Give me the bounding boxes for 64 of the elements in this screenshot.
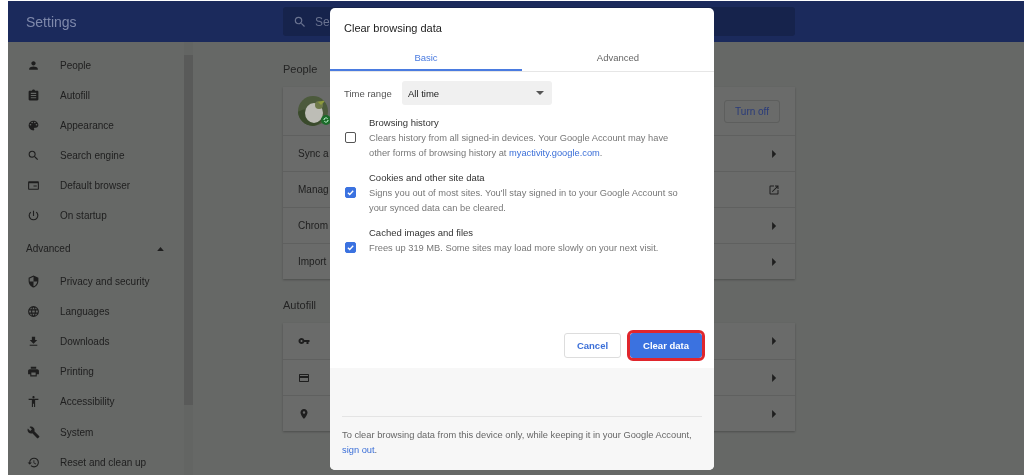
checkbox[interactable] [345,132,356,143]
sidebar-item[interactable]: Accessibility [8,386,184,418]
section-heading: Autofill [283,299,318,311]
arrow-right-icon[interactable] [772,149,777,158]
shield-icon [27,275,40,289]
clipboard-icon [27,88,40,102]
settings-row-label[interactable]: Chrom [298,220,328,231]
option-title: Browsing history [369,117,440,128]
printer-icon [27,365,40,379]
advanced-section-toggle[interactable]: Advanced [8,230,184,267]
sidebar-item[interactable]: System [8,417,184,448]
credit-card-icon [298,371,310,384]
time-range-dropdown[interactable]: All time [402,81,552,105]
power-icon [27,209,40,222]
key-icon [298,335,310,347]
sidebar-item[interactable]: Search engine [8,140,184,171]
option-description: Clears history from all signed-in devices. Your Google Account may have other forms of browsing history at myactivity.google.com. [369,132,670,160]
arrow-right-icon[interactable] [772,409,777,418]
history-icon [27,455,40,469]
sidebar-item[interactable]: Printing [8,356,184,387]
footer-note: To clear browsing data from this device only, while keeping it in your Google Account, sign out. [342,429,693,457]
section-heading: People [283,63,319,75]
wrench-icon [27,425,40,439]
arrow-right-icon[interactable] [772,221,777,230]
arrow-right-icon[interactable] [772,373,777,382]
palette-icon [27,118,40,132]
accessibility-icon [27,395,40,409]
option-description: Frees up 319 MB. Some sites may load more slowly on your next visit. [369,242,660,255]
sidebar-item[interactable]: Privacy and security [8,266,184,297]
sidebar-item[interactable]: Languages [8,296,184,327]
dialog-title: Clear browsing data [343,21,443,36]
checkbox[interactable] [345,242,356,253]
external-link-icon[interactable] [768,183,780,196]
page-title: Settings [26,13,78,30]
globe-icon [27,305,40,319]
cancel-button[interactable]: Cancel [563,333,622,358]
sidebar-item[interactable]: Reset and clean up [8,447,184,475]
search-icon [293,14,307,29]
sidebar-item[interactable]: Downloads [8,326,184,357]
settings-row-label[interactable]: Import [298,256,327,267]
arrow-right-icon[interactable] [772,257,777,266]
browser-window-icon [27,178,40,192]
activity-link[interactable]: myactivity.google.com [509,148,600,158]
checkbox[interactable] [345,187,356,198]
person-icon [27,58,40,72]
sidebar-item[interactable]: Default browser [8,170,184,201]
sidebar-item[interactable]: On startup [8,200,184,231]
sidebar-item[interactable]: Appearance [8,110,184,141]
option-title: Cookies and other site data [369,172,486,183]
sidebar-item[interactable]: Autofill [8,80,184,111]
arrow-right-icon[interactable] [772,337,777,345]
location-pin-icon [298,407,310,420]
clear-data-button[interactable]: Clear data [630,333,702,358]
download-icon [27,335,40,349]
settings-row-label[interactable]: Sync a [298,148,329,159]
dropdown-caret-icon [536,91,544,95]
settings-row-label[interactable]: Manag [298,184,329,195]
sign-out-link[interactable]: sign out [342,445,375,455]
turn-off-button[interactable]: Turn off [724,99,780,123]
sidebar-item[interactable]: People [8,50,184,81]
option-description: Signs you out of most sites. You'll stay signed in to your Google Account so your synced data can be cleared. [369,187,679,215]
search-icon [27,148,40,162]
option-title: Cached images and files [369,227,475,238]
time-range-label: Time range [344,87,393,99]
